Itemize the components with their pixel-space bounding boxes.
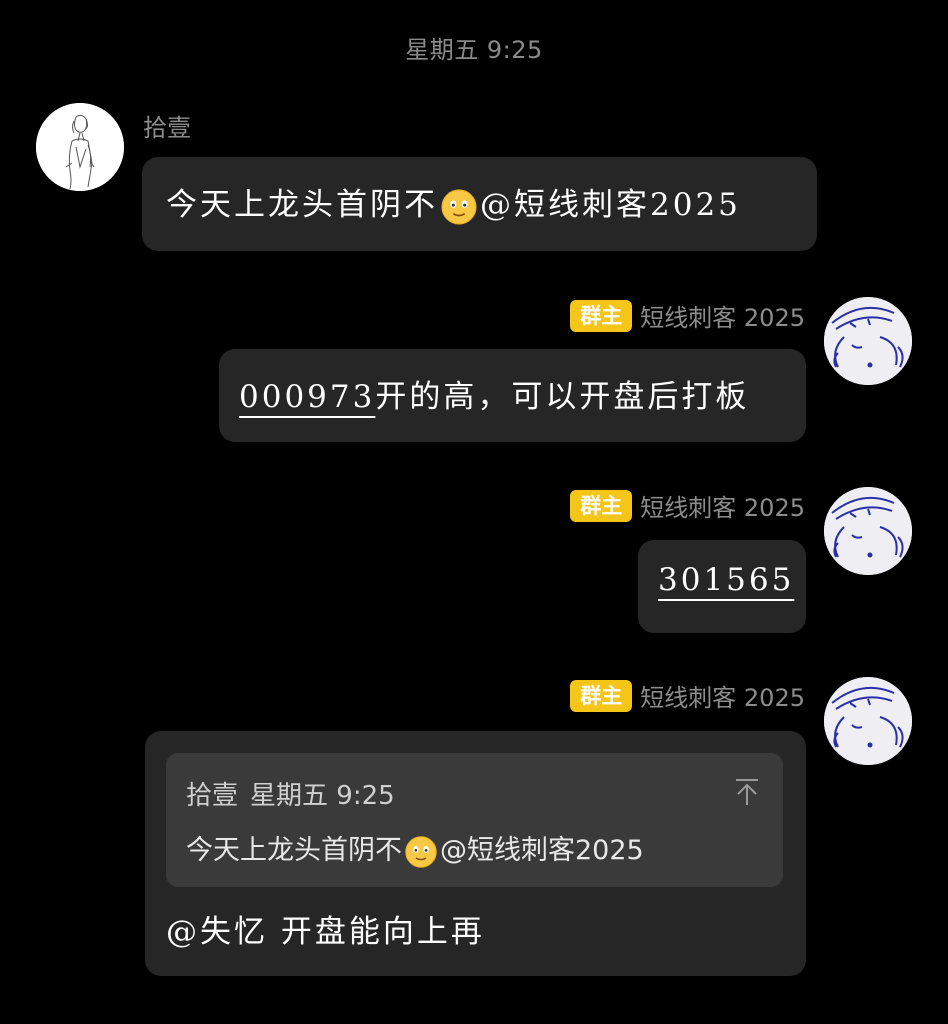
- sender-row-2: 群主 短线刺客 2025: [570, 298, 805, 333]
- message-text-part: 今天上龙头首阴不: [166, 187, 438, 223]
- sender-name: 拾壹: [143, 114, 191, 142]
- stock-code-link[interactable]: 000973: [239, 379, 375, 415]
- quote-sender: 拾壹: [186, 781, 239, 811]
- message-text: 今天上龙头首阴不 @短线刺客2025: [166, 187, 741, 225]
- message-bubble-1[interactable]: 今天上龙头首阴不 @短线刺客2025: [142, 157, 817, 251]
- smiling-face-emoji-icon: [441, 188, 477, 225]
- smiling-face-emoji-icon: [405, 835, 437, 868]
- quote-text: 今天上龙头首阴不 @短线刺客2025: [186, 828, 763, 869]
- message-text: 000973开的高，可以开盘后打板: [239, 379, 749, 415]
- message-bubble-2[interactable]: 000973开的高，可以开盘后打板: [219, 349, 806, 442]
- sender-name: 短线刺客 2025: [640, 494, 805, 522]
- message-text: 301565: [658, 562, 794, 598]
- message-mention[interactable]: @短线刺客2025: [480, 187, 741, 223]
- sender-avatar-shiyi[interactable]: [36, 103, 124, 191]
- sender-avatar-owner[interactable]: [824, 297, 912, 385]
- message-text-part: 开的高，可以开盘后打板: [375, 379, 750, 415]
- quote-text-part: 今天上龙头首阴不: [186, 835, 402, 866]
- owner-badge: 群主: [570, 489, 633, 522]
- sender-row-1: 拾壹: [143, 108, 191, 143]
- stock-code-link[interactable]: 301565: [658, 562, 794, 598]
- sender-name: 短线刺客 2025: [640, 304, 805, 332]
- quote-time: 星期五 9:25: [250, 781, 395, 811]
- sender-row-3: 群主 短线刺客 2025: [570, 488, 805, 523]
- message-text: @失忆 开盘能向上再: [166, 914, 485, 950]
- chat-timestamp: 星期五 9:25: [405, 36, 543, 64]
- sender-row-4: 群主 短线刺客 2025: [570, 678, 805, 713]
- owner-badge: 群主: [570, 679, 633, 712]
- doodle-avatar-icon: [824, 487, 912, 575]
- message-bubble-3[interactable]: 301565: [638, 540, 806, 633]
- sender-name: 短线刺客 2025: [640, 684, 805, 712]
- sender-avatar-owner[interactable]: [824, 487, 912, 575]
- sketch-avatar-icon: [36, 103, 124, 191]
- quote-header: 拾壹 星期五 9:25: [186, 775, 763, 812]
- sender-avatar-owner[interactable]: [824, 677, 912, 765]
- doodle-avatar-icon: [824, 677, 912, 765]
- owner-badge: 群主: [570, 299, 633, 332]
- quote-mention: @短线刺客2025: [440, 835, 644, 866]
- doodle-avatar-icon: [824, 297, 912, 385]
- collapse-to-top-icon[interactable]: [733, 777, 761, 807]
- quoted-message[interactable]: 拾壹 星期五 9:25 今天上龙头首阴不 @短线刺客2025: [166, 753, 783, 887]
